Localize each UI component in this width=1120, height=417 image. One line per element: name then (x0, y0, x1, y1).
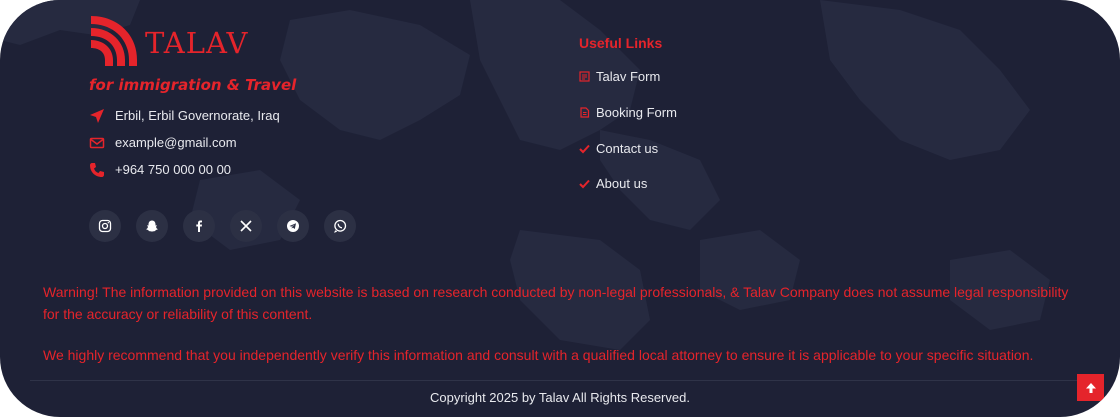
social-links (89, 210, 371, 242)
copyright-text: Copyright 2025 by Talav All Rights Reser… (430, 390, 690, 405)
address-text: Erbil, Erbil Governorate, Iraq (115, 108, 280, 123)
useful-links: Useful Links Talav Form Booking Form Con… (579, 35, 677, 202)
phone-icon (90, 162, 104, 177)
location-arrow-icon (90, 108, 104, 123)
check-icon (579, 144, 590, 154)
contact-phone[interactable]: +964 750 000 00 00 (89, 156, 280, 183)
footer-divider (30, 380, 1090, 381)
snapchat-button[interactable] (136, 210, 168, 242)
phone-text: +964 750 000 00 00 (115, 162, 232, 177)
legal-warning: Warning! The information provided on thi… (43, 284, 1069, 322)
x-button[interactable] (230, 210, 262, 242)
link-label: Talav Form (596, 69, 661, 85)
facebook-button[interactable] (183, 210, 215, 242)
snapchat-icon (146, 220, 158, 232)
link-label: Booking Form (596, 105, 677, 121)
check-icon (579, 180, 590, 189)
link-contact-us[interactable]: Contact us (579, 130, 677, 166)
scroll-to-top-button[interactable] (1077, 374, 1104, 401)
envelope-icon (89, 137, 105, 148)
x-icon (240, 220, 252, 232)
link-about-us[interactable]: About us (579, 166, 677, 202)
brand-name: TALAV (145, 26, 249, 60)
site-footer: TALAV for immigration & Travel Erbil, Er… (0, 0, 1120, 417)
contact-address: Erbil, Erbil Governorate, Iraq (89, 102, 280, 129)
link-label: Contact us (596, 140, 659, 156)
legal-recommendation: We highly recommend that you independent… (43, 347, 1034, 363)
useful-links-title: Useful Links (579, 35, 663, 51)
arrow-up-icon (1085, 382, 1096, 393)
talav-logo-icon (91, 16, 137, 66)
link-talav-form[interactable]: Talav Form (579, 59, 677, 95)
whatsapp-button[interactable] (324, 210, 356, 242)
link-label: About us (596, 176, 648, 192)
whatsapp-icon (334, 219, 347, 233)
form-icon (579, 71, 590, 82)
contact-list: Erbil, Erbil Governorate, Iraq example@g… (89, 102, 280, 183)
brand-logo[interactable]: TALAV (89, 14, 248, 66)
email-text: example@gmail.com (115, 135, 237, 150)
document-icon (580, 107, 590, 118)
telegram-button[interactable] (277, 210, 309, 242)
facebook-icon (196, 220, 202, 232)
telegram-icon (287, 220, 299, 232)
instagram-icon (98, 219, 112, 233)
contact-email[interactable]: example@gmail.com (89, 129, 280, 156)
link-booking-form[interactable]: Booking Form (579, 95, 677, 131)
brand-tagline: for immigration & Travel (89, 76, 297, 94)
instagram-button[interactable] (89, 210, 121, 242)
